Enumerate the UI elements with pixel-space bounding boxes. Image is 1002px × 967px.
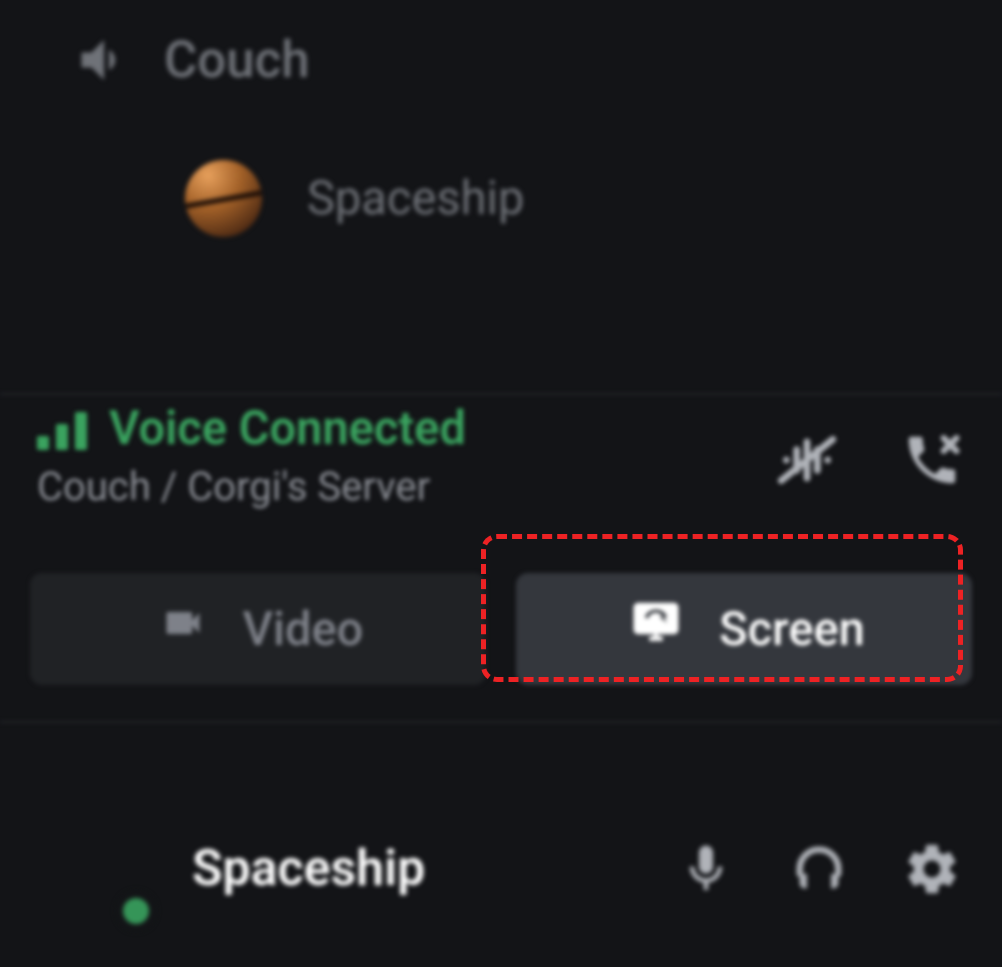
video-button-label: Video bbox=[243, 602, 364, 657]
online-status-icon bbox=[115, 890, 157, 932]
user-panel: Spaceship bbox=[30, 805, 967, 932]
speaker-icon bbox=[74, 30, 134, 90]
video-button[interactable]: Video bbox=[30, 573, 486, 685]
signal-strength-icon bbox=[37, 408, 87, 450]
voice-connected-label[interactable]: Voice Connected bbox=[109, 403, 466, 455]
noise-suppression-button[interactable] bbox=[772, 425, 842, 495]
screen-share-button[interactable]: Screen bbox=[516, 573, 972, 685]
avatar bbox=[185, 160, 262, 237]
disconnect-button[interactable] bbox=[897, 425, 967, 495]
voice-connection-panel: Voice Connected Couch / Corgi's Server V… bbox=[0, 393, 1002, 723]
screen-button-label: Screen bbox=[719, 602, 865, 657]
mute-button[interactable] bbox=[671, 834, 741, 904]
connection-path: Couch / Corgi's Server bbox=[37, 463, 466, 510]
voice-channel-row[interactable]: Couch bbox=[74, 30, 310, 90]
channel-name: Couch bbox=[164, 31, 310, 90]
member-username: Spaceship bbox=[307, 171, 524, 226]
user-settings-button[interactable] bbox=[897, 834, 967, 904]
voice-action-buttons: Video Screen bbox=[30, 573, 972, 685]
user-avatar[interactable] bbox=[30, 805, 157, 932]
camera-icon bbox=[153, 601, 213, 657]
voice-channel-member-row[interactable]: Spaceship bbox=[185, 160, 524, 237]
deafen-button[interactable] bbox=[784, 834, 854, 904]
root: Couch Spaceship Voice Connected Couch / … bbox=[0, 0, 1002, 967]
screen-share-icon bbox=[623, 596, 689, 662]
user-name: Spaceship bbox=[192, 840, 425, 898]
